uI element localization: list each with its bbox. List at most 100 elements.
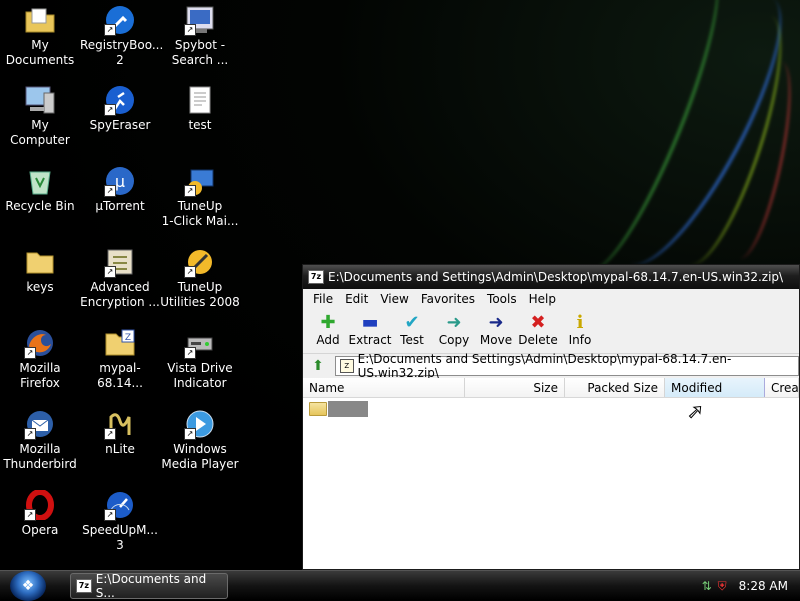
tuneup-icon: ↗ (184, 246, 216, 278)
speedometer-icon: ↗ (104, 489, 136, 521)
desktop-icon-registrybooster[interactable]: ↗ RegistryBoo... 2 (80, 4, 163, 68)
clock[interactable]: 8:28 AM (739, 579, 788, 593)
desktop-icon-mozilla-firefox[interactable]: ↗ Mozilla Firefox (0, 327, 80, 391)
desktop-icon-test[interactable]: test (160, 84, 240, 133)
windows-logo-icon: ❖ (21, 578, 35, 594)
plus-icon: ✚ (320, 312, 336, 333)
desktop-icon-spyeraser[interactable]: ↗ SpyEraser (80, 84, 160, 133)
check-icon: ✔ (404, 312, 420, 333)
test-label: Test (400, 333, 424, 347)
drive-icon: ↗ (184, 327, 216, 359)
desktop-icon-advanced-encryption[interactable]: ↗ Advanced Encryption ... (80, 246, 160, 310)
info-icon: i (576, 312, 584, 333)
desktop-icon-opera[interactable]: ↗ Opera (0, 489, 80, 538)
desktop-icon-speedupmypc[interactable]: ↗ SpeedUpM... 3 (80, 489, 160, 553)
taskbar: ❖ 7z E:\Documents and S... ⇅ ⛨ 8:28 AM (0, 570, 800, 601)
wrench-icon: ↗ (104, 4, 136, 36)
column-packed-size[interactable]: Packed Size (565, 378, 665, 397)
list-item-name-redacted (328, 401, 368, 417)
test-button[interactable]: ✔ Test (391, 309, 433, 348)
recycle-bin-icon (24, 165, 56, 197)
list-item[interactable] (303, 400, 799, 418)
7zip-app-icon: 7z (308, 270, 324, 284)
info-label: Info (568, 333, 592, 347)
network-icon[interactable]: ⇅ (702, 579, 712, 593)
zip-icon: Z (104, 327, 136, 359)
folder-up-button[interactable]: ⬆ (307, 356, 329, 376)
desktop-icon-spybot[interactable]: ↗ Spybot - Search ... (160, 4, 240, 68)
zip-icon: Z (340, 359, 354, 373)
add-button[interactable]: ✚ Add (307, 309, 349, 348)
svg-text:µ: µ (115, 172, 125, 191)
column-created[interactable]: Creat (765, 378, 799, 397)
taskbar-button-label: E:\Documents and S... (95, 572, 207, 600)
firefox-icon: ↗ (24, 327, 56, 359)
extract-button[interactable]: ▬ Extract (348, 309, 392, 348)
menu-file[interactable]: File (307, 292, 339, 306)
desktop-icon-mozilla-thunderbird[interactable]: ↗ Mozilla Thunderbird (0, 408, 80, 472)
path-text: E:\Documents and Settings\Admin\Desktop\… (357, 352, 732, 380)
add-label: Add (316, 333, 340, 347)
desktop-icon-mypal-zip[interactable]: Z mypal-68.14... (80, 327, 160, 391)
desktop-icon-nlite[interactable]: ↗ nLite (80, 408, 160, 457)
desktop-icon-windows-media-player[interactable]: ↗ Windows Media Player (160, 408, 240, 472)
desktop-icon-keys[interactable]: keys (0, 246, 80, 295)
security-shield-icon[interactable]: ⛨ (718, 579, 727, 594)
toolbar: ✚ Add ▬ Extract ✔ Test ➜ Copy ➜ Move ✖ Delete … (303, 309, 799, 354)
copy-button[interactable]: ➜ Copy (433, 309, 475, 348)
menu-help[interactable]: Help (523, 292, 562, 306)
computer-icon (24, 84, 56, 116)
path-field[interactable]: Z E:\Documents and Settings\Admin\Deskto… (335, 352, 799, 380)
file-list[interactable]: Name Size Packed Size Modified Creat (303, 378, 799, 418)
desktop-icon-tuneup-1click[interactable]: ↗ TuneUp 1-Click Mai... (160, 165, 240, 229)
svg-text:Z: Z (125, 333, 131, 343)
menu-bar: File Edit View Favorites Tools Help (303, 289, 799, 309)
taskbar-button-7zip[interactable]: 7z E:\Documents and S... (70, 572, 228, 600)
desktop-icon-tuneup-utilities[interactable]: ↗ TuneUp Utilities 2008 (160, 246, 240, 310)
menu-edit[interactable]: Edit (339, 292, 374, 306)
thunderbird-icon: ↗ (24, 408, 56, 440)
minus-icon: ▬ (361, 312, 379, 333)
menu-tools[interactable]: Tools (481, 292, 523, 306)
desktop-icon-my-documents[interactable]: My Documents (0, 4, 80, 68)
7zip-app-icon: 7z (76, 579, 92, 593)
system-tray: ⇅ ⛨ 8:28 AM (690, 571, 800, 601)
media-player-icon: ↗ (184, 408, 216, 440)
nlite-icon: ↗ (104, 408, 136, 440)
start-button[interactable]: ❖ (10, 571, 46, 601)
copy-label: Copy (438, 333, 470, 347)
window-titlebar[interactable]: 7z E:\Documents and Settings\Admin\Deskt… (303, 265, 799, 289)
column-name[interactable]: Name (303, 378, 465, 397)
delete-button[interactable]: ✖ Delete (517, 309, 559, 348)
desktop-icon-recycle-bin[interactable]: Recycle Bin (0, 165, 80, 214)
folder-icon (309, 402, 327, 416)
column-headers: Name Size Packed Size Modified Creat (303, 378, 799, 398)
folder-icon (24, 246, 56, 278)
folder-documents-icon (24, 4, 56, 36)
7zip-file-manager-window[interactable]: 7z E:\Documents and Settings\Admin\Deskt… (302, 264, 800, 570)
folder-up-icon: ⬆ (312, 358, 324, 374)
tuneup-icon: ↗ (184, 165, 216, 197)
delete-label: Delete (518, 333, 558, 347)
encryption-icon: ↗ (104, 246, 136, 278)
desktop-icon-utorrent[interactable]: µ ↗ µTorrent (80, 165, 160, 214)
address-bar: ⬆ Z E:\Documents and Settings\Admin\Desk… (303, 352, 799, 380)
extract-label: Extract (348, 333, 392, 347)
runner-icon: ↗ (104, 84, 136, 116)
column-modified[interactable]: Modified (665, 378, 765, 397)
move-label: Move (479, 333, 513, 347)
menu-favorites[interactable]: Favorites (415, 292, 481, 306)
desktop-icon-my-computer[interactable]: My Computer (0, 84, 80, 148)
column-size[interactable]: Size (465, 378, 565, 397)
mouse-cursor-icon: ➚ (687, 399, 705, 424)
desktop-icon-vista-drive-indicator[interactable]: ↗ Vista Drive Indicator (160, 327, 240, 391)
move-button[interactable]: ➜ Move (475, 309, 517, 348)
spybot-icon: ↗ (184, 4, 216, 36)
menu-view[interactable]: View (374, 292, 414, 306)
utorrent-icon: µ ↗ (104, 165, 136, 197)
arrow-right-icon: ➜ (488, 312, 504, 333)
delete-x-icon: ✖ (530, 312, 546, 333)
arrow-right-icon: ➜ (446, 312, 462, 333)
info-button[interactable]: i Info (559, 309, 601, 348)
window-title: E:\Documents and Settings\Admin\Desktop\… (328, 270, 784, 284)
